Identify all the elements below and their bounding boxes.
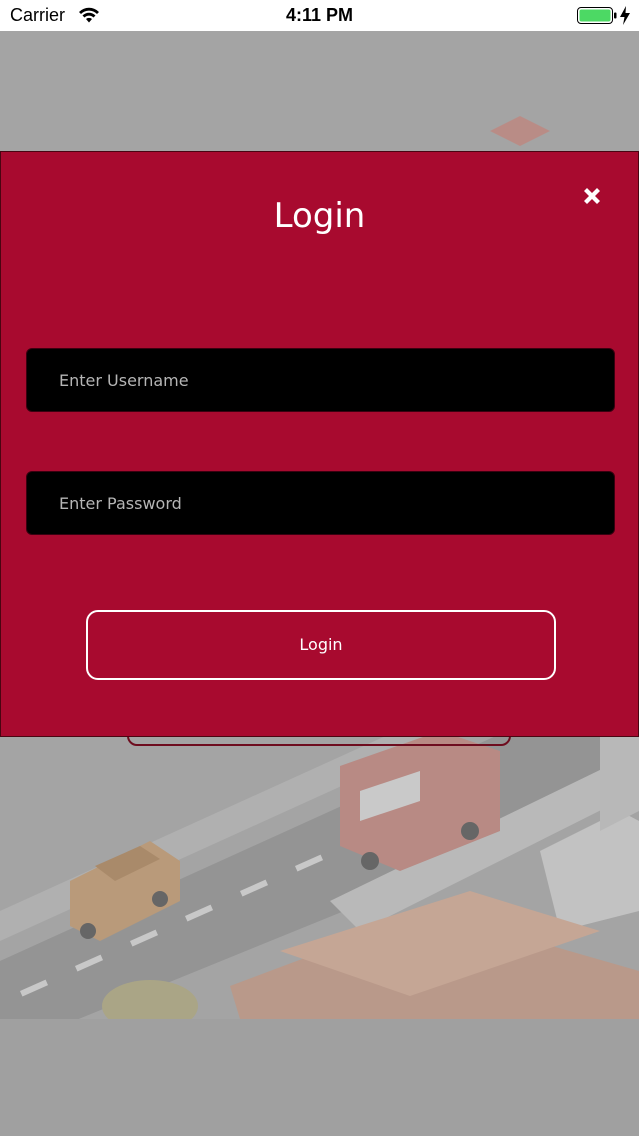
bottom-empty-area: [0, 1019, 639, 1136]
charging-icon: [620, 6, 630, 25]
login-button[interactable]: Login: [86, 610, 556, 680]
status-time: 4:11 PM: [285, 5, 354, 25]
battery-icon: [577, 7, 617, 24]
username-input[interactable]: [26, 348, 615, 412]
password-input[interactable]: [26, 471, 615, 535]
modal-title: Login: [273, 196, 366, 236]
status-bar: Carrier 4:11 PM: [0, 0, 639, 31]
